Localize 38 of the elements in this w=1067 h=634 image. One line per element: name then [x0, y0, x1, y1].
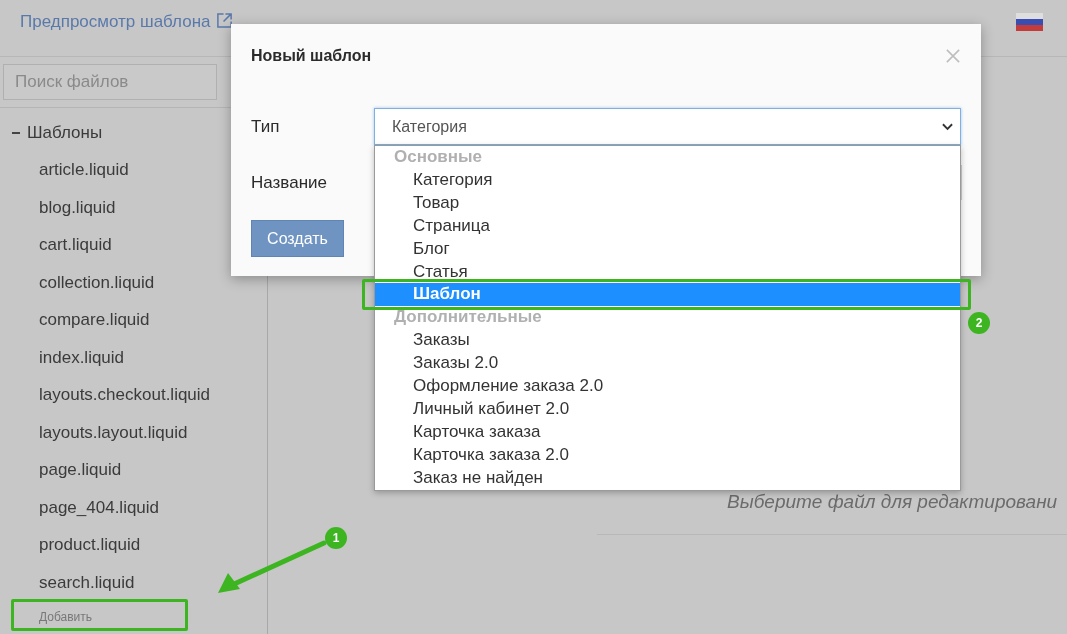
- option-group-label: Основные: [393, 146, 484, 168]
- file-item[interactable]: collection.liquid: [39, 272, 155, 293]
- file-item[interactable]: page.liquid: [39, 460, 122, 481]
- dropdown-option[interactable]: Карточка заказа 2.0: [375, 443, 960, 467]
- folder-label[interactable]: Шаблоны: [27, 122, 103, 143]
- file-item[interactable]: cart.liquid: [39, 235, 112, 256]
- dropdown-option[interactable]: Товар: [375, 191, 960, 215]
- flag-icon[interactable]: [1016, 13, 1043, 31]
- dropdown-option[interactable]: Страница: [375, 214, 960, 238]
- file-item[interactable]: page_404.liquid: [39, 497, 160, 518]
- chevron-icon: [942, 122, 953, 131]
- file-item[interactable]: product.liquid: [39, 535, 141, 556]
- type-select[interactable]: Категория: [374, 108, 961, 145]
- step-badge: 2: [968, 312, 990, 334]
- dialog-title: Новый шаблон: [251, 47, 372, 65]
- dropdown-option[interactable]: Заказы: [375, 329, 960, 353]
- dropdown-option[interactable]: Статья: [375, 260, 960, 284]
- search-field[interactable]: Поиск файлов: [3, 64, 217, 100]
- field-label: Тип: [251, 116, 281, 137]
- file-item[interactable]: compare.liquid: [39, 310, 150, 331]
- dropdown-option[interactable]: Личный кабинет 2.0: [375, 397, 960, 421]
- step-badge: 1: [325, 527, 347, 549]
- dropdown-option[interactable]: Карточка заказа: [375, 420, 960, 444]
- dropdown-option[interactable]: Блог: [375, 237, 960, 261]
- empty-state-message: Выберите файл для редактировани: [727, 491, 1059, 513]
- dropdown-option[interactable]: Заказы 2.0: [375, 352, 960, 376]
- file-item[interactable]: index.liquid: [39, 347, 125, 368]
- dropdown-option[interactable]: Заказ не найден: [375, 466, 960, 490]
- file-item[interactable]: article.liquid: [39, 160, 129, 181]
- file-item[interactable]: layouts.checkout.liquid: [39, 385, 211, 406]
- file-item[interactable]: layouts.layout.liquid: [39, 422, 188, 443]
- option-group-label: Дополнительные: [393, 306, 543, 329]
- minus-icon[interactable]: [12, 131, 20, 134]
- field-label: Название: [251, 172, 328, 193]
- external-link-icon: [215, 11, 233, 29]
- file-item[interactable]: blog.liquid: [39, 197, 116, 218]
- dropdown-option[interactable]: Оформление заказа 2.0: [375, 375, 960, 398]
- file-item[interactable]: search.liquid: [39, 572, 135, 593]
